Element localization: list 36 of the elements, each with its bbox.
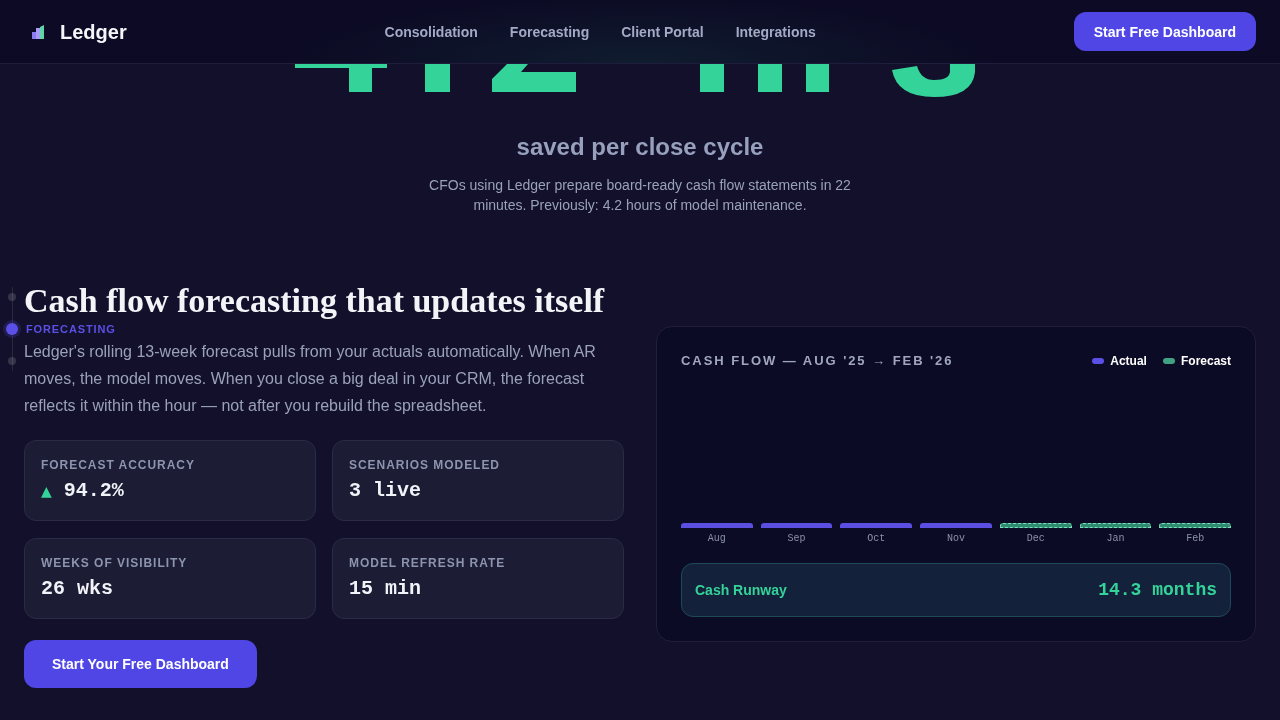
stat-label: SCENARIOS MODELED <box>349 457 500 473</box>
stat-label: WEEKS OF VISIBILITY <box>41 555 188 571</box>
trend-indicator: ▲ <box>41 482 52 501</box>
stat-value: 26 wks <box>41 576 113 602</box>
hero-description: CFOs using Ledger prepare board-ready cash flow statements in 22 minutes. Previously: 4.2 hours of model maintenance. <box>428 176 852 215</box>
month-label: Aug <box>706 532 727 546</box>
cta-button[interactable]: Start Free Dashboard <box>1073 12 1256 51</box>
cta-button[interactable]: Start Your Free Dashboard <box>24 640 257 688</box>
section-heading: Cash flow forecasting that updates itself <box>24 281 606 321</box>
nav-link[interactable]: Integrations <box>735 21 816 42</box>
logo-icon <box>32 24 44 39</box>
hero-caption: saved per close cycle <box>516 132 764 162</box>
month-label: Dec <box>1025 532 1046 546</box>
month-label: Feb <box>1185 532 1206 546</box>
month-label: Nov <box>946 532 966 546</box>
stat-value: 94.2% <box>63 478 124 504</box>
month-label: Jan <box>1105 532 1126 546</box>
runway-label: Cash Runway <box>695 581 787 600</box>
stat-label: MODEL REFRESH RATE <box>349 555 506 571</box>
section-description: Ledger's rolling 13-week forecast pulls from your actuals automatically. When AR moves, the model moves. When you close a big deal in your CRM, the forecast reflects it within the hour — not after you rebuild the spreadsheet. <box>24 342 597 416</box>
runway-value: 14.3 months <box>1098 578 1217 602</box>
stat-value: 15 min <box>349 576 421 602</box>
nav-link[interactable]: Forecasting <box>509 21 590 42</box>
chart-title: CASH FLOW — AUG '25 → FEB '26 <box>681 352 954 371</box>
stat-value: 3 live <box>349 478 421 504</box>
stat-label: FORECAST ACCURACY <box>41 457 195 473</box>
legend-label: Actual <box>1110 353 1147 369</box>
nav-link[interactable]: Consolidation <box>384 21 478 42</box>
legend-label: Forecast <box>1180 353 1231 369</box>
section-label: FORECASTING <box>26 323 116 335</box>
month-label: Oct <box>866 532 887 546</box>
nav-link[interactable]: Client Portal <box>621 21 704 42</box>
brand-name[interactable]: Ledger <box>60 17 127 46</box>
chart-bar <box>920 523 992 528</box>
month-label: Sep <box>786 532 807 546</box>
chart-bar <box>681 523 753 528</box>
